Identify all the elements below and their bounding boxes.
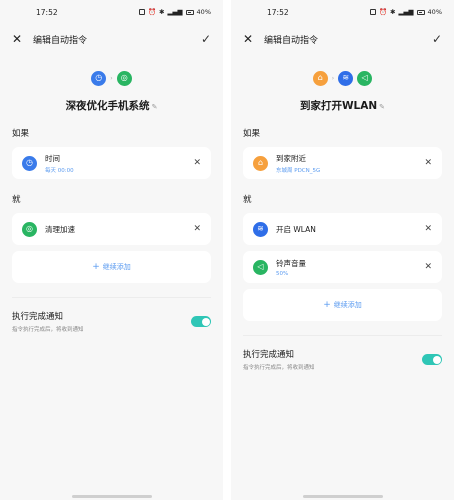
notify-row: 执行完成通知 指令执行完成后，将收到通知 bbox=[0, 310, 223, 333]
remove-action-button[interactable]: ✕ bbox=[424, 262, 432, 272]
clean-icon: ◎ bbox=[116, 70, 132, 86]
action-card[interactable]: ◁ 铃声音量 50% ✕ bbox=[243, 251, 442, 283]
arrow-icon: › bbox=[331, 74, 335, 82]
add-more-label: 继续添加 bbox=[333, 301, 362, 309]
page-title: 编辑自动指令 bbox=[33, 35, 88, 46]
action-title: 清理加速 bbox=[45, 224, 75, 234]
status-icons: ⏰ ✱ ▂▄▆ 40% bbox=[139, 8, 211, 16]
alarm-icon: ⏰ bbox=[148, 8, 157, 16]
notify-title: 执行完成通知 bbox=[243, 350, 295, 360]
action-title: 开启 WLAN bbox=[276, 224, 316, 234]
close-button[interactable]: ✕ bbox=[12, 32, 26, 46]
signal-icon: ▂▄▆ bbox=[398, 8, 414, 16]
command-name-text: 到家打开WLAN bbox=[299, 100, 378, 112]
edit-icon[interactable]: ✎ bbox=[152, 103, 158, 111]
condition-title: 到家附近 bbox=[276, 153, 306, 163]
signal-icon: ▂▄▆ bbox=[167, 8, 183, 16]
status-bar: 17:52 ⏰ ✱ ▂▄▆ 40% bbox=[0, 0, 223, 24]
condition-sub: 东城周 PDCN_5G bbox=[276, 167, 321, 174]
notify-title: 执行完成通知 bbox=[12, 312, 64, 322]
condition-text: 到家附近 东城周 PDCN_5G bbox=[276, 153, 424, 174]
clock-icon: ◷ bbox=[91, 70, 107, 86]
action-text: 开启 WLAN bbox=[276, 224, 424, 235]
battery-percent: 40% bbox=[427, 8, 442, 16]
action-card[interactable]: ≋ 开启 WLAN ✕ bbox=[243, 213, 442, 245]
then-section-title: 就 bbox=[12, 195, 21, 205]
if-section-title: 如果 bbox=[243, 129, 261, 139]
action-sub: 50% bbox=[276, 270, 289, 277]
notify-text: 执行完成通知 指令执行完成后，将收到通知 bbox=[243, 348, 422, 371]
wifi-icon: ≋ bbox=[253, 221, 268, 237]
command-name[interactable]: 到家打开WLAN ✎ bbox=[231, 98, 454, 113]
notify-toggle[interactable] bbox=[191, 316, 211, 327]
status-bar: 17:52 ⏰ ✱ ▂▄▆ 40% bbox=[231, 0, 454, 24]
add-more-label: 继续添加 bbox=[102, 263, 131, 271]
arrow-icon: › bbox=[110, 74, 113, 82]
wifi-icon: ≋ bbox=[338, 70, 354, 86]
phone-right: 17:52 ⏰ ✱ ▂▄▆ 40% ✕ 编辑自动指令 ✓ ⌂ › ≋ ◁ 到家打… bbox=[231, 0, 454, 500]
status-time: 17:52 bbox=[36, 7, 58, 17]
condition-text: 时间 每天 00:00 bbox=[45, 153, 193, 174]
then-section-title: 就 bbox=[243, 195, 252, 205]
bluetooth-icon: ✱ bbox=[159, 8, 165, 16]
notify-toggle[interactable] bbox=[422, 354, 442, 365]
status-icons: ⏰ ✱ ▂▄▆ 40% bbox=[370, 8, 442, 16]
remove-action-button[interactable]: ✕ bbox=[424, 224, 432, 234]
status-time: 17:52 bbox=[267, 7, 289, 17]
command-name-text: 深夜优化手机系统 bbox=[65, 100, 150, 112]
home-indicator[interactable] bbox=[302, 495, 383, 498]
page-title: 编辑自动指令 bbox=[264, 35, 319, 46]
add-more-button[interactable]: + 继续添加 bbox=[12, 251, 211, 283]
bluetooth-icon: ✱ bbox=[390, 8, 396, 16]
notify-sub: 指令执行完成后，将收到通知 bbox=[12, 327, 84, 333]
divider bbox=[12, 297, 211, 298]
remove-action-button[interactable]: ✕ bbox=[193, 224, 201, 234]
alarm-icon: ⏰ bbox=[379, 8, 388, 16]
action-text: 清理加速 bbox=[45, 224, 193, 235]
home-icon: ⌂ bbox=[312, 70, 328, 86]
battery-icon bbox=[185, 9, 194, 15]
hero-icons: ⌂ › ≋ ◁ bbox=[231, 68, 454, 88]
plus-icon: + bbox=[92, 262, 100, 272]
remove-condition-button[interactable]: ✕ bbox=[424, 158, 432, 168]
close-button[interactable]: ✕ bbox=[243, 32, 257, 46]
action-text: 铃声音量 50% bbox=[276, 258, 424, 277]
volume-icon: ◁ bbox=[357, 70, 373, 86]
confirm-button[interactable]: ✓ bbox=[201, 32, 211, 46]
notify-sub: 指令执行完成后，将收到通知 bbox=[243, 365, 315, 371]
clean-icon: ◎ bbox=[22, 221, 37, 237]
notify-text: 执行完成通知 指令执行完成后，将收到通知 bbox=[12, 310, 191, 333]
home-indicator[interactable] bbox=[71, 495, 152, 498]
volume-icon: ◁ bbox=[253, 259, 268, 275]
condition-title: 时间 bbox=[45, 153, 60, 163]
notification-icon bbox=[139, 9, 145, 15]
top-bar: ✕ 编辑自动指令 ✓ bbox=[231, 24, 454, 54]
condition-sub: 每天 00:00 bbox=[45, 167, 74, 174]
condition-card[interactable]: ⌂ 到家附近 东城周 PDCN_5G ✕ bbox=[243, 147, 442, 179]
edit-icon[interactable]: ✎ bbox=[379, 103, 385, 111]
action-card[interactable]: ◎ 清理加速 ✕ bbox=[12, 213, 211, 245]
confirm-button[interactable]: ✓ bbox=[432, 32, 442, 46]
notification-icon bbox=[370, 9, 376, 15]
condition-card[interactable]: ◷ 时间 每天 00:00 ✕ bbox=[12, 147, 211, 179]
plus-icon: + bbox=[323, 300, 331, 310]
action-title: 铃声音量 bbox=[276, 258, 306, 268]
home-icon: ⌂ bbox=[253, 155, 268, 171]
phone-left: 17:52 ⏰ ✱ ▂▄▆ 40% ✕ 编辑自动指令 ✓ ◷ › ◎ 深夜优化手… bbox=[0, 0, 223, 500]
top-bar: ✕ 编辑自动指令 ✓ bbox=[0, 24, 223, 54]
divider bbox=[243, 335, 442, 336]
battery-percent: 40% bbox=[196, 8, 211, 16]
battery-icon bbox=[416, 9, 425, 15]
screenshot-pair: 17:52 ⏰ ✱ ▂▄▆ 40% ✕ 编辑自动指令 ✓ ◷ › ◎ 深夜优化手… bbox=[0, 0, 454, 500]
clock-icon: ◷ bbox=[22, 155, 37, 171]
if-section-title: 如果 bbox=[12, 129, 30, 139]
notify-row: 执行完成通知 指令执行完成后，将收到通知 bbox=[231, 348, 454, 371]
hero-icons: ◷ › ◎ bbox=[0, 68, 223, 88]
remove-condition-button[interactable]: ✕ bbox=[193, 158, 201, 168]
add-more-button[interactable]: + 继续添加 bbox=[243, 289, 442, 321]
command-name[interactable]: 深夜优化手机系统 ✎ bbox=[0, 98, 223, 113]
